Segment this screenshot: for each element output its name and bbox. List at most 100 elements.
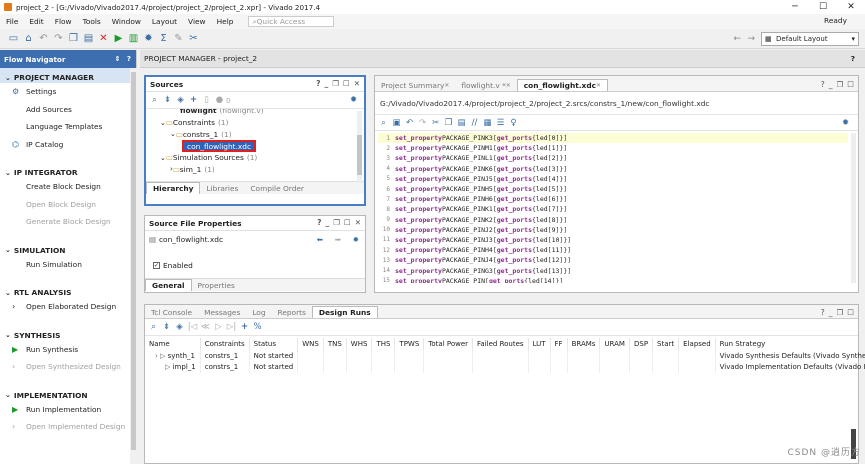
tree-item[interactable]: flowlight (flowlight.v) [146,109,364,117]
restore-icon[interactable]: ❐ [837,308,844,317]
column-whs[interactable]: WHS [346,338,373,350]
flow-item-add-sources[interactable]: Add Sources [0,101,136,119]
column-total-power[interactable]: Total Power [423,338,474,350]
tree-item[interactable]: › ▭ sim_1 (1) [146,163,364,175]
minimize-icon[interactable]: _ [829,80,833,89]
section-project-manager[interactable]: ⌄ PROJECT MANAGER [0,68,136,83]
paste-icon[interactable]: ▤ [455,115,468,130]
tree-item[interactable]: ⌄ ▭ Constraints (1) [146,117,364,129]
back-arrow-icon[interactable]: ⬅ [317,235,323,244]
percent-icon[interactable]: % [251,320,264,335]
close-icon[interactable]: ✕ [354,79,360,88]
collapse-all-icon[interactable]: ⇟ [160,320,173,335]
minimize-icon[interactable]: _ [325,218,329,227]
menu-edit[interactable]: Edit [29,17,43,26]
close-icon[interactable]: ✕ [444,82,449,89]
enabled-checkbox[interactable]: ✓ [153,261,160,269]
search-icon[interactable]: ⌕ [147,320,160,335]
tab-compile-order[interactable]: Compile Order [244,182,310,194]
scrollbar-thumb[interactable] [131,72,136,450]
chevron-down-icon[interactable]: ⌄ [5,246,11,254]
table-row[interactable]: ▷ impl_1 constrs_1 Not started Vivado Imple… [145,361,865,373]
add-icon[interactable]: + [238,320,251,335]
tree-item[interactable]: ⌄ ▭ Simulation Sources (1) [146,152,364,164]
flow-item-settings[interactable]: ⚙ Settings [0,83,136,101]
undo-icon[interactable]: ↶ [403,115,416,130]
restore-icon[interactable]: ❐ [333,218,340,227]
tab-properties[interactable]: Properties [192,279,241,291]
delete-icon[interactable]: ✕ [96,31,111,46]
menu-flow[interactable]: Flow [55,17,72,26]
file-icon[interactable]: ▯ [200,93,213,108]
help-icon[interactable]: ? [317,218,321,227]
tab-general[interactable]: General [145,279,192,291]
tab-project-summary[interactable]: Project Summary ✕ [375,79,455,91]
tab-libraries[interactable]: Libraries [200,182,244,194]
indent-icon[interactable]: ☰ [494,115,507,130]
save-icon[interactable]: ▣ [390,115,403,130]
copy-icon[interactable]: ❐ [442,115,455,130]
chevron-down-icon[interactable]: ⌄ [5,331,11,339]
flow-item-open-elaborated-design[interactable]: › Open Elaborated Design [0,298,136,316]
column-brams[interactable]: BRAMs [567,338,601,350]
menu-help[interactable]: Help [217,17,234,26]
column-ths[interactable]: THS [371,338,396,350]
tree-item[interactable]: con_flowlight.xdc [146,139,364,152]
expand-all-icon[interactable]: ◈ [174,93,187,108]
layout-back-icon[interactable]: ← [733,34,741,44]
column-elapsed[interactable]: Elapsed [678,338,716,350]
chevron-down-icon[interactable]: ⌄ [5,74,11,82]
sources-scrollbar[interactable] [357,111,362,183]
maximize-icon[interactable]: ☐ [847,80,854,89]
section-synthesis[interactable]: ⌄ SYNTHESIS [0,326,136,341]
paste-icon[interactable]: ▤ [81,31,96,46]
redo-icon[interactable]: ↷ [51,31,66,46]
column-name[interactable]: Name [145,338,201,350]
column-dsp[interactable]: DSP [629,338,654,350]
maximize-button[interactable]: ☐ [809,0,837,14]
save-icon[interactable]: ⌂ [21,31,36,46]
table-row[interactable]: › ▷ synth_1 constrs_1 Not started Vivado Sy… [145,350,865,362]
gear-icon[interactable]: ✹ [839,115,852,130]
cut-icon[interactable]: ✂ [429,115,442,130]
help-icon[interactable]: ? [851,54,855,63]
flow-item-run-simulation[interactable]: Run Simulation [0,256,136,274]
tab-design-runs[interactable]: Design Runs [311,306,378,318]
tab-messages[interactable]: Messages [198,306,246,318]
flow-navigator-scrollbar[interactable] [130,68,137,464]
minimize-button[interactable]: ─ [781,0,809,14]
maximize-icon[interactable]: ☐ [343,79,350,88]
menu-window[interactable]: Window [112,17,141,26]
layout-forward-icon[interactable]: → [747,34,755,44]
forward-arrow-icon[interactable]: ➡ [335,235,341,244]
help-icon[interactable]: ? [821,80,825,89]
tab-log[interactable]: Log [246,306,271,318]
chevron-down-icon[interactable]: ⌄ [5,169,11,177]
menu-view[interactable]: View [188,17,206,26]
format-icon[interactable]: ▦ [481,115,494,130]
first-icon[interactable]: |◁ [186,320,199,335]
section-ip-integrator[interactable]: ⌄ IP INTEGRATOR [0,163,136,178]
restore-icon[interactable]: ❐ [332,79,339,88]
gear-icon[interactable]: ✹ [347,93,360,108]
search-icon[interactable]: ⌕ [148,93,161,108]
comment-icon[interactable]: // [468,115,481,130]
tab-flowlight-v-[interactable]: flowlight.v * ✕ [455,79,516,91]
sigma-icon[interactable]: Σ [156,31,171,46]
chevron-down-icon[interactable]: ⌄ [5,289,11,297]
tab-reports[interactable]: Reports [272,306,312,318]
gear-icon[interactable]: ✹ [353,235,359,244]
run-icon[interactable]: ▶ [111,31,126,46]
column-ff[interactable]: FF [550,338,568,350]
minimize-icon[interactable]: _ [324,79,328,88]
close-icon[interactable]: ✕ [355,218,361,227]
chevron-down-icon[interactable]: ⌄ [5,391,11,399]
menu-file[interactable]: File [6,17,18,26]
expand-icon[interactable]: › ▷ [155,352,168,360]
flow-item-language-templates[interactable]: Language Templates [0,118,136,136]
previous-icon[interactable]: ≪ [199,320,212,335]
column-tns[interactable]: TNS [323,338,347,350]
undo-icon[interactable]: ↶ [36,31,51,46]
search-icon[interactable]: ⌕ [377,115,390,130]
copy-icon[interactable]: ❐ [66,31,81,46]
